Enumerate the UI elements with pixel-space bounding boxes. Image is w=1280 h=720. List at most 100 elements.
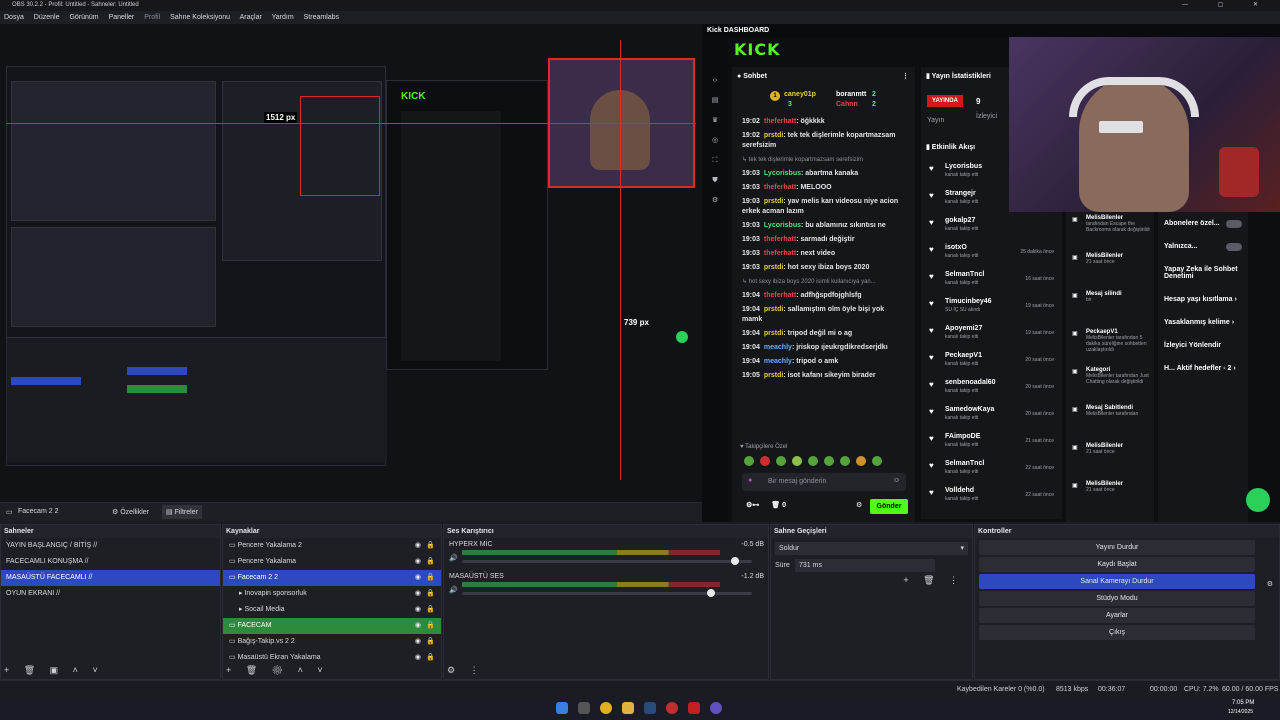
menu-edit[interactable]: Düzenle — [34, 14, 60, 21]
mixer-tools[interactable]: ⚙ ⋮ — [447, 665, 485, 677]
message-user[interactable]: theferhatt — [764, 184, 796, 191]
chat-message[interactable]: 19:03 theferhatt: MELOOO — [732, 181, 915, 195]
visibility-icon[interactable]: ◉ — [415, 570, 421, 586]
message-user[interactable]: meachly — [764, 344, 792, 351]
visibility-icon[interactable]: ◉ — [415, 618, 421, 634]
chat-message[interactable]: 19:03 theferhatt: next video — [732, 247, 915, 261]
transition-tools[interactable]: + 🗑 ⋮ — [903, 575, 964, 586]
scene-item[interactable]: FACECAMLI KONUŞMA // — [1, 554, 220, 570]
steam-icon[interactable] — [644, 702, 656, 714]
source-tools[interactable]: + 🗑 ⚙ ˄ ˅ — [226, 665, 329, 677]
mod-feed-item[interactable]: ▣ Mesaj silindi bir — [1066, 288, 1154, 326]
window-controls[interactable]: — ▢ ✕ — [1182, 0, 1272, 11]
message-user[interactable]: Lycorisbus — [764, 222, 801, 229]
scene-item[interactable]: YAYIN BAŞLANGIÇ / BİTİŞ // — [1, 538, 220, 554]
volume-slider[interactable] — [462, 560, 752, 563]
filters-button[interactable]: ▤ Filtreler — [162, 505, 202, 519]
message-user[interactable]: prstdi — [764, 264, 783, 271]
moderation-feed[interactable]: ▣ MelisBilenler tarafından Escape the Back… — [1066, 212, 1154, 522]
control-button[interactable]: Kaydı Başlat — [979, 557, 1255, 572]
visibility-icon[interactable]: ◉ — [415, 586, 421, 602]
volume-knob[interactable] — [730, 557, 739, 565]
banned-words-link[interactable]: Yasaklanmış kelime › — [1158, 311, 1248, 334]
properties-button[interactable]: ⚙ Özellikler — [112, 508, 149, 516]
chat-input[interactable]: ● Bir mesaj gönderin ☺ — [742, 473, 906, 491]
event-item[interactable]: ♥ Apoyemi27 kanalı takip etti 19 saat önce — [921, 322, 1062, 349]
camera-icon[interactable]: ◎ — [702, 131, 728, 151]
control-button[interactable]: Ayarlar — [979, 608, 1255, 623]
more-icon[interactable]: ⋮ — [902, 67, 909, 87]
event-item[interactable]: ♥ SelmanTncl kanalı takip etti 22 saat önce — [921, 457, 1062, 484]
lock-icon[interactable]: 🔒 — [426, 634, 435, 650]
record-icon[interactable] — [688, 702, 700, 714]
chat-message[interactable]: ↳ hot sexy ibiza boys 2020 isimli kullan… — [732, 275, 915, 289]
event-user[interactable]: Apoyemi27 — [945, 325, 982, 332]
scene-tools[interactable]: + 🗑 ▣ ˄ ˅ — [4, 665, 104, 677]
green-fab-icon[interactable] — [1246, 488, 1270, 512]
event-item[interactable]: ♥ Volldehd kanalı takip etti 22 saat önce — [921, 484, 1062, 511]
message-user[interactable]: theferhatt — [764, 236, 796, 243]
lock-icon[interactable]: 🔒 — [426, 570, 435, 586]
chat-message[interactable]: 19:03 Lycorisbus: bu ablamınız sıkıntısı … — [732, 219, 915, 233]
gear-icon[interactable]: ⚙ — [702, 191, 728, 211]
event-user[interactable]: SamedowKaya — [945, 406, 994, 413]
lock-icon[interactable]: 🔒 — [426, 554, 435, 570]
source-item[interactable]: ▭ Facecam 2 2 ◉ 🔒 — [223, 570, 441, 586]
message-user[interactable]: Lycorisbus — [764, 170, 801, 177]
mod-feed-item[interactable]: ▣ MelisBilenler 21 saat önce — [1066, 440, 1154, 478]
ai-moderation-link[interactable]: Yapay Zeka ile Sohbet Denetimi — [1158, 258, 1248, 288]
menu-help[interactable]: Yardım — [272, 14, 294, 21]
event-item[interactable]: ♥ FAimpoDE kanalı takip etti 21 saat önce — [921, 430, 1062, 457]
event-user[interactable]: isotxO — [945, 244, 967, 251]
chat-message-list[interactable]: 19:02 theferhatt: öğkkkk 19:02 prstdi: tek … — [732, 115, 915, 383]
volume-knob[interactable] — [707, 589, 716, 597]
browser-icon[interactable] — [666, 702, 678, 714]
event-item[interactable]: ♥ senbenoadal60 kanalı takip etti 20 saat ö… — [921, 376, 1062, 403]
mod-feed-item[interactable]: ▣ MelisBilenler tarafından Escape the Back… — [1066, 212, 1154, 250]
event-user[interactable]: Strangejr — [945, 190, 976, 197]
event-user[interactable]: gokalp27 — [945, 217, 975, 224]
transition-select[interactable]: Soldur ▾ — [775, 542, 968, 555]
message-user[interactable]: theferhatt — [764, 292, 796, 299]
mod-feed-item[interactable]: ▣ PeckaepV1 MelisBilenler tarafından 5 dak… — [1066, 326, 1154, 364]
scene-item[interactable]: OYUN EKRANI // — [1, 586, 220, 602]
chat-message[interactable]: 19:04 theferhatt: adfhğspdfojghlsfg — [732, 289, 915, 303]
start-icon[interactable] — [556, 702, 568, 714]
event-item[interactable]: ♥ gokalp27 kanalı takip etti — [921, 214, 1062, 241]
scene-item[interactable]: MASAÜSTÜ FACECAMLI // — [1, 570, 220, 586]
lock-icon[interactable]: 🔒 — [426, 586, 435, 602]
folder-icon[interactable] — [622, 702, 634, 714]
mod-feed-item[interactable]: ▣ Mesaj Sabitlendi MelisBilenler tarafında… — [1066, 402, 1154, 440]
event-item[interactable]: ♥ isotxO kanalı takip etti 25 dakika önce — [921, 241, 1062, 268]
gear-icon[interactable]: ⚙ — [1267, 580, 1273, 588]
source-item[interactable]: ▭ Pencere Yakalama ◉ 🔒 — [223, 554, 441, 570]
page-icon[interactable]: ▤ — [702, 91, 728, 111]
menu-profile[interactable]: Profil — [144, 14, 160, 21]
event-user[interactable]: SelmanTncl — [945, 271, 984, 278]
people-icon[interactable]: ⛶ — [702, 151, 728, 171]
chat-message[interactable]: 19:02 theferhatt: öğkkkk — [732, 115, 915, 129]
menu-streamlabs[interactable]: Streamlabs — [304, 14, 339, 21]
mod-feed-item[interactable]: ▣ MelisBilenler 21 saat önce — [1066, 478, 1154, 516]
only-toggle[interactable]: Yalnızca... — [1158, 235, 1248, 258]
leader-name[interactable]: caney01p — [784, 91, 816, 98]
chat-message[interactable]: 19:03 theferhatt: sarmadı değiştir — [732, 233, 915, 247]
subscribers-only-toggle[interactable]: Abonelere özel... — [1158, 212, 1248, 235]
chat-message[interactable]: 19:04 prstdi: tripod değil mi o ag — [732, 327, 915, 341]
control-button[interactable]: Çıkış — [979, 625, 1255, 640]
source-item[interactable]: ▭ Bağış-Takip.vs 2 2 ◉ 🔒 — [223, 634, 441, 650]
source-item[interactable]: ▸ Inovapin sponsorluk ◉ 🔒 — [223, 586, 441, 602]
menu-scene-collection[interactable]: Sahne Koleksiyonu — [170, 14, 230, 21]
source-item[interactable]: ▭ FACECAM ◉ 🔒 — [223, 618, 441, 634]
green-fab-icon[interactable] — [676, 331, 688, 343]
source-item[interactable]: ▭ Pencere Yakalama 2 ◉ 🔒 — [223, 538, 441, 554]
speaker-icon[interactable]: 🔊 — [449, 554, 458, 562]
control-button[interactable]: Yayını Durdur — [979, 540, 1255, 555]
message-user[interactable]: prstdi — [764, 306, 783, 313]
mod-feed-item[interactable]: ▣ MelisBilenler 21 saat önce — [1066, 250, 1154, 288]
visibility-icon[interactable]: ◉ — [415, 554, 421, 570]
active-goals-link[interactable]: H... Aktif hedefler - 2 › — [1158, 357, 1248, 380]
lock-icon[interactable]: 🔒 — [426, 618, 435, 634]
message-user[interactable]: theferhatt — [764, 118, 796, 125]
message-user[interactable]: theferhatt — [764, 250, 796, 257]
